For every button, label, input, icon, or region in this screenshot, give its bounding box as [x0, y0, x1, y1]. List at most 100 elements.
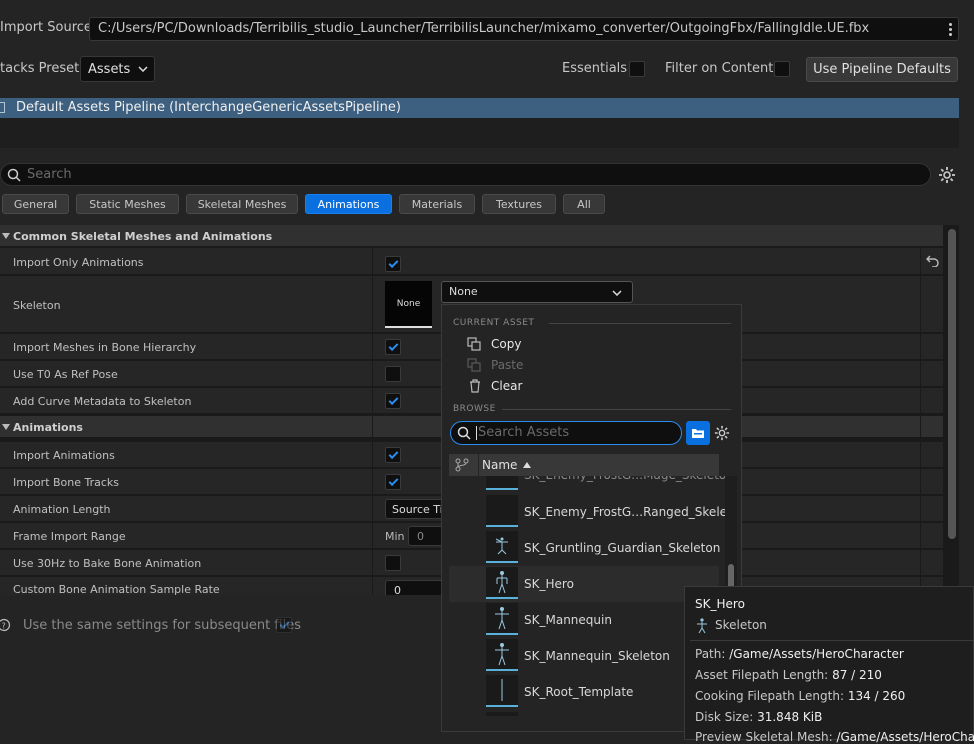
sort-ascending-icon	[523, 462, 531, 468]
use-pipeline-defaults-button[interactable]: Use Pipeline Defaults	[806, 57, 958, 82]
name-column-header[interactable]: Name	[482, 458, 517, 472]
tooltip-path-label: Path:	[695, 647, 726, 661]
tab-general[interactable]: General	[2, 194, 69, 214]
frame-min-label: Min	[385, 530, 405, 543]
asset-name: SK_Enemy_FrostG…Ranged_Skeleton	[524, 505, 737, 519]
asset-row-hovered[interactable]: SK_Hero	[449, 566, 719, 602]
pipeline-spacer	[0, 118, 959, 148]
svg-text:?: ?	[2, 622, 6, 631]
tooltip-disk-value: 31.848 KiB	[757, 710, 823, 724]
asset-row[interactable]: SK_Gruntling_Guardian_Skeleton	[449, 530, 721, 566]
more-options-icon[interactable]	[941, 17, 959, 41]
tooltip-preview-value: /Game/Assets/HeroCharacter	[836, 730, 974, 744]
tab-animations[interactable]: Animations	[305, 194, 392, 214]
import-source-path-field[interactable]: C:/Users/PC/Downloads/Terribilis_studio_…	[89, 17, 959, 41]
collapse-arrow-icon	[2, 424, 10, 430]
details-search-input[interactable]: Search	[0, 163, 931, 186]
use-30hz-checkbox[interactable]	[385, 555, 401, 571]
asset-search-input[interactable]: Search Assets	[450, 421, 682, 445]
pipeline-row[interactable]: Default Assets Pipeline (InterchangeGene…	[0, 98, 959, 118]
prop-label: Skeleton	[13, 299, 61, 312]
asset-row[interactable]: SK_Enemy_FrostG…Ranged_Skeleton	[449, 494, 737, 530]
tooltip-type: Skeleton	[715, 618, 767, 632]
skeleton-thumb-icon	[486, 639, 518, 671]
divider	[502, 409, 731, 410]
skeleton-thumb-icon	[486, 603, 518, 635]
tab-materials[interactable]: Materials	[399, 194, 475, 214]
asset-row[interactable]: SK_Root_Template	[449, 674, 719, 710]
paste-label: Paste	[491, 358, 524, 372]
tooltip-afl-label: Asset Filepath Length:	[695, 668, 829, 682]
tooltip-afl-value: 87 / 210	[832, 668, 882, 682]
property-grid-scrollbar[interactable]	[945, 225, 959, 595]
same-settings-checkbox[interactable]	[276, 617, 292, 633]
same-settings-label: Use the same settings for subsequent fil…	[23, 618, 301, 633]
divider	[690, 640, 974, 641]
tooltip-cfl-label: Cooking Filepath Length:	[695, 689, 844, 703]
asset-thumb-partial	[486, 476, 518, 490]
stacks-preset-label: tacks Preset	[0, 61, 80, 76]
tooltip-title: SK_Hero	[695, 597, 745, 611]
asset-name: SK_Mannequin	[524, 613, 612, 627]
source-control-icon[interactable]	[455, 458, 469, 472]
tab-all[interactable]: All	[563, 194, 605, 214]
import-only-animations-checkbox[interactable]	[385, 256, 401, 272]
asset-row[interactable]: SK_Mannequin	[449, 602, 719, 638]
skeleton-thumb-icon	[486, 531, 518, 563]
import-meshes-bone-hierarchy-checkbox[interactable]	[385, 339, 401, 355]
clear-menu-item[interactable]: Clear	[467, 379, 522, 393]
skeleton-thumb-icon	[486, 567, 518, 599]
prop-label: Import Bone Tracks	[13, 476, 120, 489]
copy-menu-item[interactable]: Copy	[467, 337, 521, 351]
search-placeholder: Search	[27, 167, 72, 182]
asset-name: SK_Mannequin_Skeleton	[524, 649, 670, 663]
reset-arrow-icon[interactable]	[926, 255, 939, 267]
tab-textures[interactable]: Textures	[482, 194, 556, 214]
tooltip-path-value: /Game/Assets/HeroCharacter	[729, 647, 904, 661]
asset-row[interactable]: SK_Mannequin_Skeleton	[449, 638, 719, 674]
picker-settings-gear-icon[interactable]	[714, 425, 730, 441]
pipeline-icon	[0, 102, 5, 113]
prop-import-only-animations: Import Only Animations	[0, 248, 943, 275]
custom-sample-rate-input[interactable]: 0	[385, 580, 445, 595]
animation-length-dropdown[interactable]: Source Ti	[385, 499, 445, 519]
category-common-skeletal[interactable]: Common Skeletal Meshes and Animations	[0, 225, 943, 247]
prop-label: Add Curve Metadata to Skeleton	[13, 395, 192, 408]
essentials-checkbox[interactable]	[629, 61, 645, 77]
asset-name: SK_Gruntling_Guardian_Skeleton	[524, 541, 721, 555]
paste-menu-item[interactable]: Paste	[467, 358, 523, 372]
skeleton-picker-combo[interactable]: None	[441, 281, 633, 303]
scrollbar-thumb[interactable]	[948, 229, 956, 539]
tab-skeletal-meshes[interactable]: Skeletal Meshes	[186, 194, 298, 214]
pipeline-label: Default Assets Pipeline (InterchangeGene…	[16, 100, 401, 115]
essentials-label: Essentials	[562, 61, 628, 76]
divider	[549, 323, 731, 324]
use-t0-ref-pose-checkbox[interactable]	[385, 366, 401, 382]
folder-icon	[692, 429, 704, 438]
category-label: Animations	[13, 421, 83, 434]
browse-header: BROWSE	[453, 404, 496, 414]
asset-list-header: Name	[449, 454, 719, 476]
tab-static-meshes[interactable]: Static Meshes	[76, 194, 179, 214]
paste-icon	[467, 358, 481, 372]
import-bone-tracks-checkbox[interactable]	[385, 474, 401, 490]
browse-folder-button[interactable]	[686, 421, 710, 445]
asset-name-partial: SK_Enemy_FrostG…Mage_Skeleton	[524, 476, 734, 482]
prop-label: Import Meshes in Bone Hierarchy	[13, 341, 197, 354]
column-divider	[920, 248, 921, 595]
settings-gear-icon[interactable]	[938, 166, 956, 184]
add-curve-metadata-checkbox[interactable]	[385, 393, 401, 409]
prop-label: Animation Length	[13, 503, 111, 516]
filter-on-contents-label: Filter on Contents	[665, 61, 781, 76]
skeleton-thumb-icon	[486, 675, 518, 707]
search-icon	[457, 426, 471, 440]
filter-on-contents-checkbox[interactable]	[774, 61, 790, 77]
skeleton-thumbnail[interactable]: None	[385, 281, 432, 328]
chevron-down-icon	[612, 290, 622, 296]
stacks-preset-dropdown[interactable]: Assets	[80, 56, 155, 82]
prop-label: Import Only Animations	[13, 256, 144, 269]
tooltip-preview-label: Preview Skeletal Mesh:	[695, 730, 833, 744]
import-animations-checkbox[interactable]	[385, 447, 401, 463]
trash-icon	[470, 379, 480, 393]
collapse-arrow-icon	[2, 233, 10, 239]
